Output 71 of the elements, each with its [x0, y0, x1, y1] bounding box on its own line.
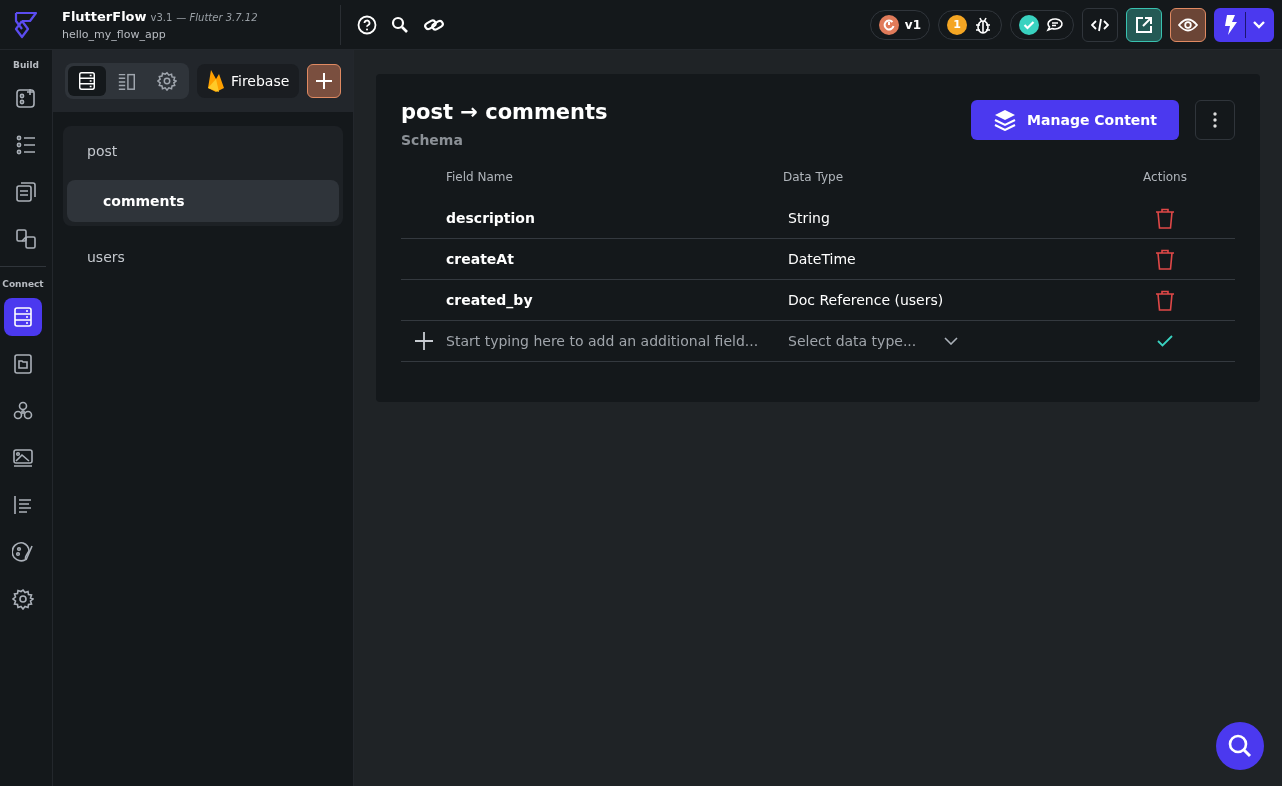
open-external-button[interactable]	[1126, 7, 1162, 42]
text-lines-icon	[12, 494, 34, 516]
run-button[interactable]	[1214, 7, 1274, 42]
history-icon	[878, 14, 899, 35]
comments-button[interactable]	[1010, 9, 1074, 40]
search-help-button[interactable]	[1216, 722, 1264, 770]
help-icon[interactable]	[357, 14, 377, 35]
issues-count: 1	[947, 14, 967, 35]
collection-item[interactable]: users	[67, 236, 339, 278]
plus-icon	[315, 72, 334, 90]
search-icon	[1227, 733, 1253, 759]
folder-icon	[12, 353, 34, 375]
field-type: DateTime	[787, 251, 857, 267]
delete-icon[interactable]	[1155, 207, 1175, 229]
delete-icon[interactable]	[1155, 289, 1175, 311]
field-name: created_by	[446, 292, 534, 308]
preview-button[interactable]	[1170, 7, 1206, 42]
pages-icon	[15, 181, 37, 203]
field-type: String	[787, 210, 831, 226]
rail-item[interactable]	[4, 298, 42, 336]
column-header: Data Type	[783, 170, 845, 184]
field-name: createAt	[446, 251, 515, 267]
lightning-icon	[1223, 14, 1238, 35]
data-type-dropdown[interactable]: Select data type...	[788, 333, 958, 349]
chevron-down-icon	[944, 337, 958, 345]
flutter-version: — Flutter 3.7.12	[176, 11, 258, 23]
columns-icon	[117, 71, 137, 91]
project-name: hello_my_flow_app	[62, 27, 167, 41]
field-name: description	[446, 210, 536, 226]
new-field-input[interactable]: Start typing here to add an additional field...	[446, 333, 776, 349]
add-collection-button[interactable]	[307, 64, 341, 98]
layers-icon	[993, 109, 1018, 131]
firebase-button[interactable]: Firebase	[197, 64, 300, 98]
search-icon[interactable]	[391, 15, 409, 34]
app-name: FlutterFlow	[62, 8, 147, 24]
rail-section-label: Connect	[2, 279, 44, 289]
settings-icon	[12, 588, 34, 610]
logo-icon	[13, 10, 39, 39]
code-button[interactable]	[1082, 7, 1118, 42]
check-circle-icon	[1019, 14, 1039, 35]
manage-content-button[interactable]: Manage Content	[971, 100, 1179, 140]
more-icon	[1213, 112, 1217, 128]
list-icon	[15, 134, 37, 156]
collection-item[interactable]: post	[67, 130, 339, 172]
column-header: Actions	[1143, 170, 1187, 184]
add-icon[interactable]	[413, 331, 434, 351]
circles-icon	[12, 400, 34, 422]
chevron-down-icon	[1252, 20, 1265, 29]
image-icon	[12, 447, 34, 469]
rail-section-label: Build	[13, 60, 39, 70]
settings-icon	[157, 71, 177, 91]
linked-screens-icon	[15, 228, 37, 250]
confirm-check-icon[interactable]	[1157, 335, 1173, 347]
delete-icon[interactable]	[1155, 248, 1175, 270]
database-icon	[77, 71, 97, 91]
subcollection-item[interactable]: comments	[67, 180, 339, 222]
palette-icon	[12, 541, 34, 563]
column-header: Field Name	[446, 170, 514, 184]
schema-label: Schema	[401, 132, 464, 148]
flame-icon	[207, 69, 225, 93]
version-text: v3.1	[150, 11, 173, 23]
eye-icon	[1178, 17, 1198, 32]
code-icon	[1091, 17, 1109, 32]
version-button[interactable]: v1	[869, 9, 930, 40]
external-link-icon	[1135, 15, 1153, 34]
field-type: Doc Reference (users)	[787, 292, 945, 308]
panel-tab[interactable]	[68, 66, 106, 96]
more-options-button[interactable]	[1195, 100, 1235, 140]
collection-title: post → comments	[401, 100, 608, 124]
database-icon	[12, 306, 34, 328]
add-widget-icon	[15, 87, 37, 109]
